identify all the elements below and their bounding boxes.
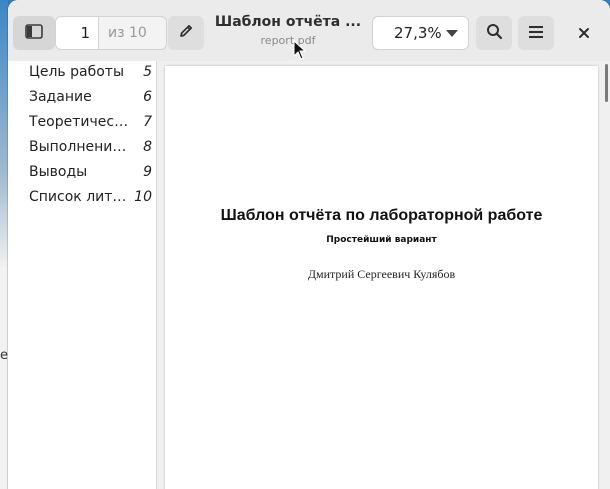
outline-item[interactable]: Список лите… 10	[29, 186, 152, 208]
outline-item[interactable]: Выводы 9	[29, 161, 152, 183]
outline-item[interactable]: Теоретичес… 7	[29, 111, 152, 133]
outline-item-label: Задание	[29, 89, 92, 105]
page-count-label: из 10	[99, 16, 167, 50]
close-window-button[interactable]	[569, 16, 599, 50]
document-heading: Шаблон отчёта по лабораторной работе	[220, 207, 543, 224]
main-menu-button[interactable]	[518, 16, 554, 50]
outline-item-label: Теоретичес…	[29, 114, 129, 130]
document-page: Шаблон отчёта по лабораторной работе Про…	[165, 66, 598, 489]
page-number-input[interactable]: 1	[55, 16, 99, 50]
background-text-fragment: е	[0, 348, 8, 363]
outline-item-label: Цель работы	[29, 64, 125, 80]
zoom-level: 27,3%	[394, 24, 442, 42]
zoom-selector[interactable]: 27,3%	[372, 16, 469, 50]
dropdown-arrow-icon	[446, 30, 458, 37]
outline-item-page: 9	[143, 164, 152, 180]
outline-item[interactable]: Выполнение… 8	[29, 136, 152, 158]
close-icon	[578, 24, 590, 43]
pencil-icon	[178, 23, 194, 43]
outline-item-page: 8	[143, 139, 152, 155]
annotate-button[interactable]	[168, 16, 204, 50]
outline-item-label: Выводы	[29, 164, 88, 180]
outline-item-page: 6	[143, 89, 152, 105]
document-subheading: Простейший вариант	[326, 235, 437, 245]
outline-sidebar: Цель работы 5 Задание 6 Теоретичес… 7 Вы…	[8, 61, 157, 489]
outline-item[interactable]: Задание 6	[29, 86, 152, 108]
window-title: Шаблон отчёта ... report.pdf	[213, 14, 363, 47]
outline-item-page: 10	[134, 189, 152, 205]
document-view[interactable]: Шаблон отчёта по лабораторной работе Про…	[157, 61, 610, 489]
vertical-scrollbar[interactable]	[605, 64, 608, 102]
outline-item-label: Выполнение…	[29, 139, 129, 155]
document-author: Дмитрий Сергеевич Кулябов	[307, 267, 456, 281]
search-button[interactable]	[476, 16, 512, 50]
header-bar: 1 из 10 Шаблон отчёта ... report.pdf 27,…	[8, 0, 610, 62]
outline-item-page: 5	[143, 64, 152, 80]
document-viewer-window: 1 из 10 Шаблон отчёта ... report.pdf 27,…	[8, 0, 610, 489]
desktop-background	[0, 0, 8, 489]
search-icon	[486, 23, 503, 44]
sidebar-icon	[25, 23, 43, 43]
sidebar-toggle-button[interactable]	[13, 16, 55, 50]
hamburger-menu-icon	[528, 24, 544, 43]
document-title-label: Шаблон отчёта ...	[214, 14, 362, 30]
document-filename-label: report.pdf	[260, 34, 316, 47]
outline-item-label: Список лите…	[29, 189, 129, 205]
outline-item[interactable]: Цель работы 5	[29, 61, 152, 83]
outline-item-page: 7	[143, 114, 152, 130]
